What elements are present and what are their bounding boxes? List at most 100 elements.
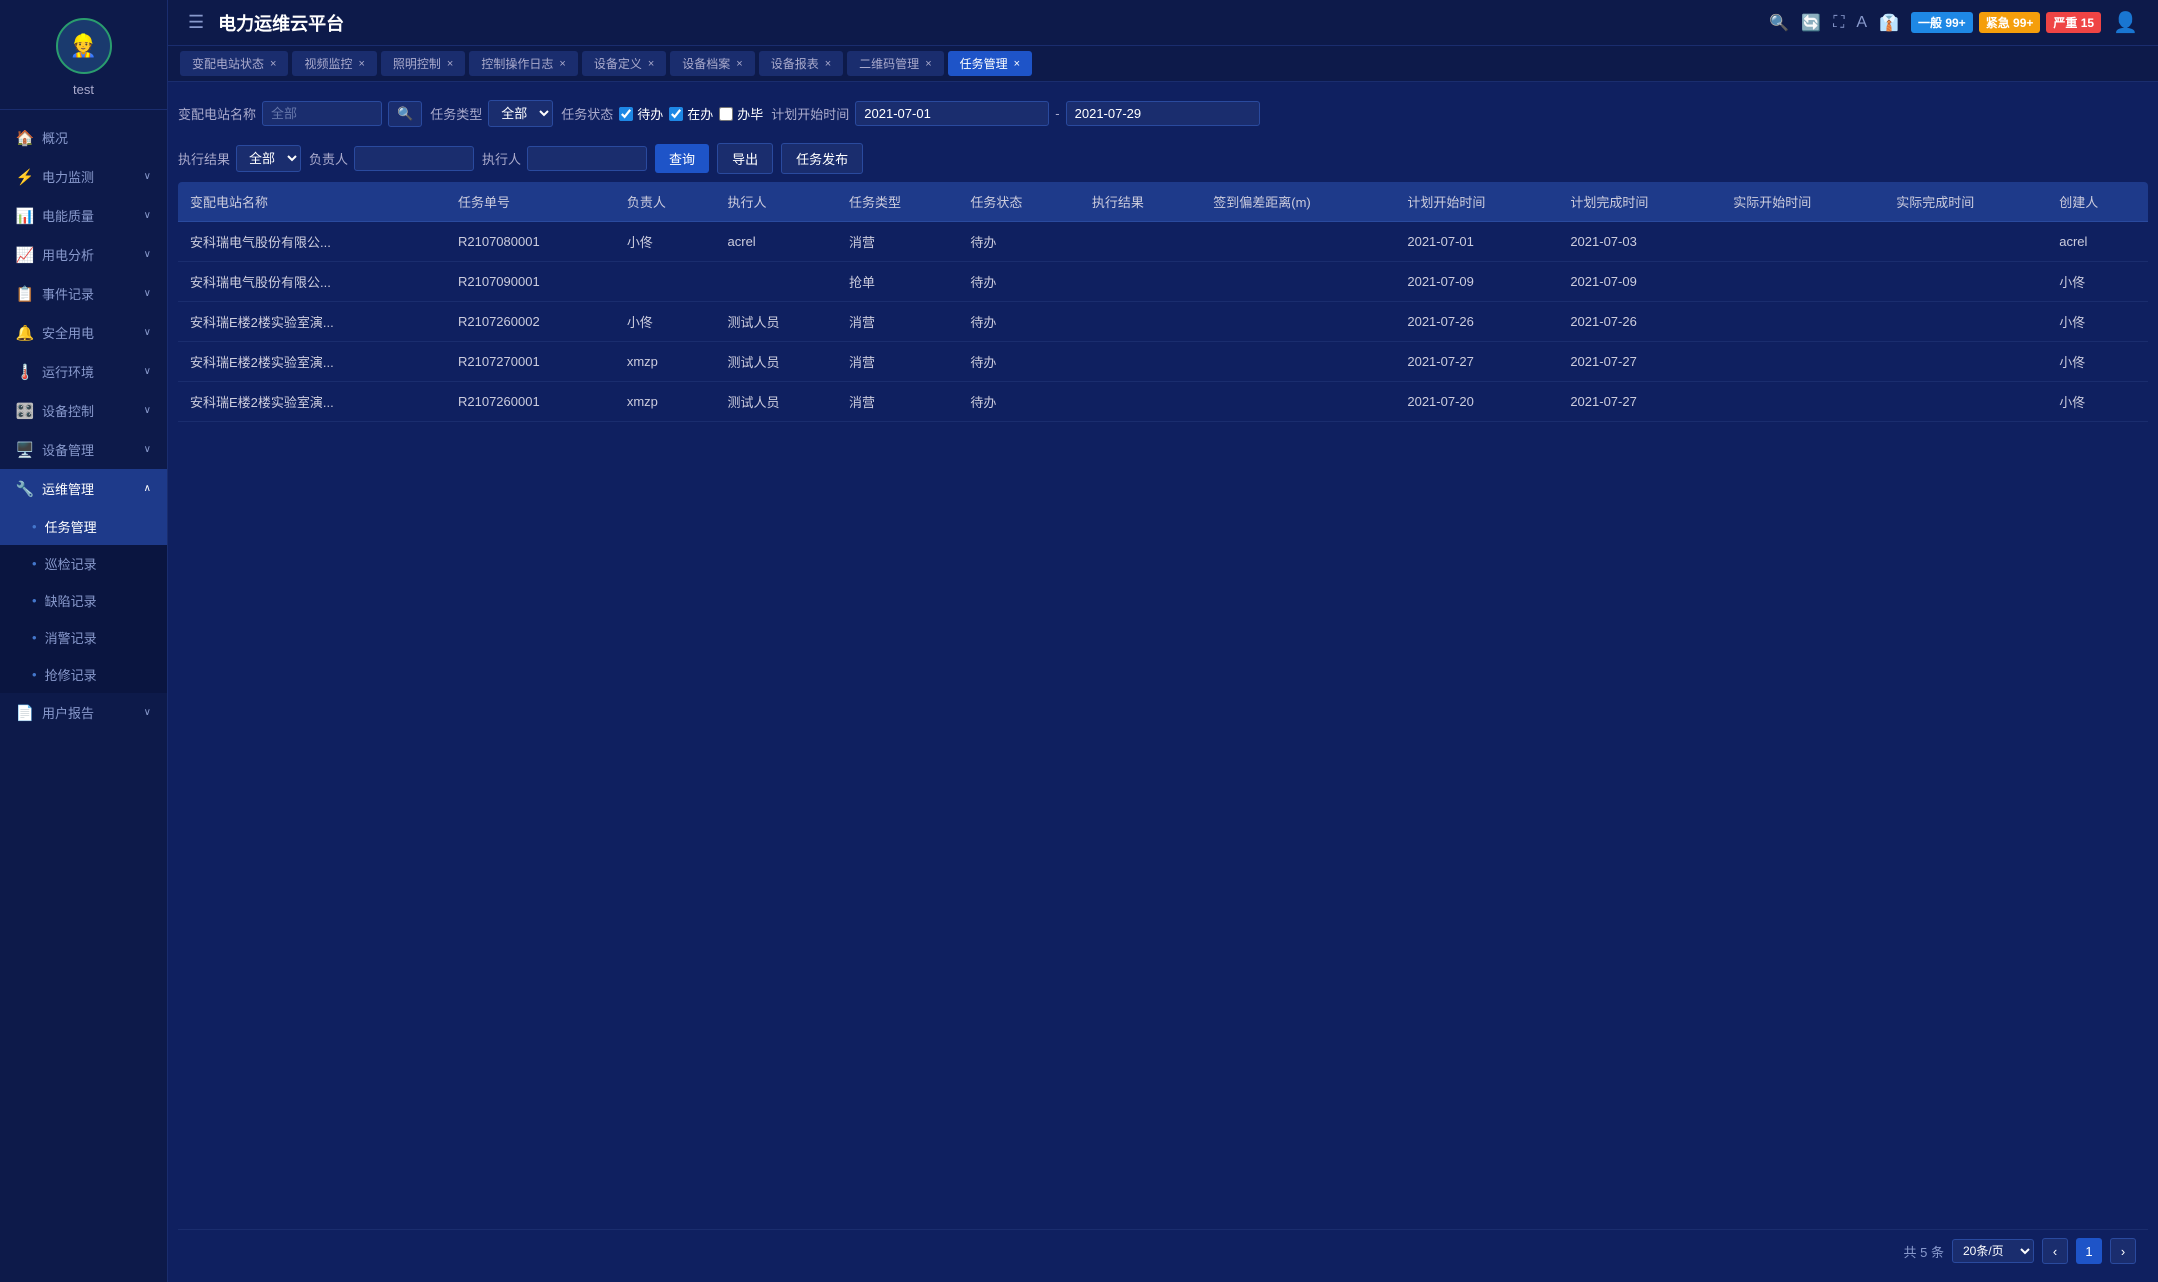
- tab-close-icon[interactable]: ×: [270, 58, 276, 70]
- export-button[interactable]: 导出: [717, 143, 773, 174]
- executor-input[interactable]: [527, 146, 647, 171]
- tab-任务管理[interactable]: 任务管理×: [948, 51, 1032, 76]
- publish-button[interactable]: 任务发布: [781, 143, 863, 174]
- table-cell: [1884, 262, 2047, 302]
- tab-close-icon[interactable]: ×: [358, 58, 364, 70]
- badge-severe[interactable]: 严重 15: [2046, 12, 2101, 33]
- sidebar-item-ops-manage[interactable]: 🔧 运维管理 ∧: [0, 469, 167, 508]
- banbi-checkbox[interactable]: [719, 107, 733, 121]
- sidebar-item-user-report[interactable]: 📄 用户报告 ∨: [0, 693, 167, 732]
- daiban-checkbox[interactable]: [619, 107, 633, 121]
- manager-input[interactable]: [354, 146, 474, 171]
- col-header: 任务类型: [837, 182, 958, 222]
- sidebar-item-power-analysis[interactable]: 📈 用电分析 ∨: [0, 235, 167, 274]
- sidebar-item-power-monitor[interactable]: ⚡ 电力监测 ∨: [0, 157, 167, 196]
- refresh-icon[interactable]: 🔄: [1801, 13, 1821, 33]
- task-type-select[interactable]: 全部 消营 抢单: [488, 100, 553, 127]
- badge-urgent[interactable]: 紧急 99+: [1979, 12, 2041, 33]
- query-button[interactable]: 查询: [655, 144, 709, 173]
- search-icon[interactable]: 🔍: [1769, 13, 1789, 33]
- tab-变配电站状态[interactable]: 变配电站状态×: [180, 51, 288, 76]
- sidebar-item-event-record[interactable]: 📋 事件记录 ∨: [0, 274, 167, 313]
- sidebar-item-device-control[interactable]: 🎛️ 设备控制 ∨: [0, 391, 167, 430]
- banbi-label[interactable]: 办毕: [737, 104, 763, 123]
- table-cell: 待办: [958, 302, 1079, 342]
- zaiban-label[interactable]: 在办: [687, 104, 713, 123]
- tab-label: 视频监控: [304, 55, 352, 72]
- zaiban-checkbox[interactable]: [669, 107, 683, 121]
- table-cell: 安科瑞E楼2楼实验室演...: [178, 302, 446, 342]
- tab-close-icon[interactable]: ×: [648, 58, 654, 70]
- hamburger-icon[interactable]: ☰: [188, 12, 204, 33]
- chevron-icon: ∨: [144, 366, 151, 377]
- sidebar-subitem-defect-record[interactable]: 缺陷记录: [0, 582, 167, 619]
- sidebar-subitem-task-manage[interactable]: 任务管理: [0, 508, 167, 545]
- chevron-icon: ∨: [144, 444, 151, 455]
- tab-close-icon[interactable]: ×: [559, 58, 565, 70]
- table-cell: [1080, 302, 1201, 342]
- per-page-select[interactable]: 20条/页 50条/页 100条/页: [1952, 1239, 2034, 1263]
- tab-label: 设备档案: [682, 55, 730, 72]
- result-filter-group: 执行结果 全部: [178, 145, 301, 172]
- sidebar-item-safe-power[interactable]: 🔔 安全用电 ∨: [0, 313, 167, 352]
- table-row[interactable]: 安科瑞E楼2楼实验室演...R2107260001xmzp测试人员消营待办202…: [178, 382, 2148, 422]
- tab-二维码管理[interactable]: 二维码管理×: [847, 51, 943, 76]
- table-cell: 2021-07-27: [1395, 342, 1558, 382]
- table-row[interactable]: 安科瑞电气股份有限公...R2107090001抢单待办2021-07-0920…: [178, 262, 2148, 302]
- date-start-input[interactable]: [855, 101, 1049, 126]
- table-cell: 2021-07-09: [1395, 262, 1558, 302]
- next-page-button[interactable]: ›: [2110, 1238, 2136, 1264]
- sidebar-item-energy-quality[interactable]: 📊 电能质量 ∨: [0, 196, 167, 235]
- device-control-icon: 🎛️: [16, 402, 34, 420]
- table-cell: [1201, 382, 1395, 422]
- tab-close-icon[interactable]: ×: [825, 58, 831, 70]
- sidebar-subitem-patrol-record[interactable]: 巡检记录: [0, 545, 167, 582]
- table-row[interactable]: 安科瑞电气股份有限公...R2107080001小佟acrel消营待办2021-…: [178, 222, 2148, 262]
- tab-照明控制[interactable]: 照明控制×: [381, 51, 465, 76]
- plan-start-label: 计划开始时间: [771, 104, 849, 123]
- sidebar-subitem-emergency-record[interactable]: 抢修记录: [0, 656, 167, 693]
- result-select[interactable]: 全部: [236, 145, 301, 172]
- fullscreen-icon[interactable]: ⛶: [1833, 14, 1844, 32]
- table-cell: xmzp: [615, 342, 716, 382]
- chevron-icon: ∨: [144, 405, 151, 416]
- sidebar-item-overview[interactable]: 🏠 概况: [0, 118, 167, 157]
- tab-设备档案[interactable]: 设备档案 ×: [670, 51, 754, 76]
- user-icon[interactable]: 👤: [2113, 10, 2138, 35]
- tab-视频监控[interactable]: 视频监控 ×: [292, 51, 376, 76]
- task-table: 变配电站名称任务单号负责人执行人任务类型任务状态执行结果签到偏差距离(m)计划开…: [178, 182, 2148, 422]
- station-search-button[interactable]: 🔍: [388, 101, 422, 127]
- table-row[interactable]: 安科瑞E楼2楼实验室演...R2107270001xmzp测试人员消营待办202…: [178, 342, 2148, 382]
- daiban-label[interactable]: 待办: [637, 104, 663, 123]
- date-end-input[interactable]: [1066, 101, 1260, 126]
- sidebar-subitem-alarm-record[interactable]: 消警记录: [0, 619, 167, 656]
- table-row[interactable]: 安科瑞E楼2楼实验室演...R2107260002小佟测试人员消营待办2021-…: [178, 302, 2148, 342]
- tab-close-icon[interactable]: ×: [1014, 58, 1020, 70]
- table-cell: 小佟: [2047, 302, 2148, 342]
- tab-设备报表[interactable]: 设备报表×: [759, 51, 843, 76]
- table-cell: 测试人员: [716, 302, 837, 342]
- col-header: 变配电站名称: [178, 182, 446, 222]
- table-cell: [1201, 302, 1395, 342]
- table-body: 安科瑞电气股份有限公...R2107080001小佟acrel消营待办2021-…: [178, 222, 2148, 422]
- tab-close-icon[interactable]: ×: [925, 58, 931, 70]
- tab-close-icon[interactable]: ×: [447, 58, 453, 70]
- table-cell: 安科瑞电气股份有限公...: [178, 262, 446, 302]
- sidebar-label-power-analysis: 用电分析: [42, 245, 136, 264]
- translate-icon[interactable]: A: [1856, 14, 1867, 32]
- tab-close-icon[interactable]: ×: [736, 58, 742, 70]
- chevron-icon: ∨: [144, 171, 151, 182]
- top-header: ☰ 电力运维云平台 🔍 🔄 ⛶ A 👔 一般 99+ 紧急 99+ 严重 15 …: [168, 0, 2158, 46]
- chevron-icon: ∨: [144, 210, 151, 221]
- sidebar-label-device-manage: 设备管理: [42, 440, 136, 459]
- tab-控制操作日志[interactable]: 控制操作日志×: [469, 51, 577, 76]
- station-input[interactable]: [262, 101, 382, 126]
- badge-general[interactable]: 一般 99+: [1911, 12, 1973, 33]
- theme-icon[interactable]: 👔: [1879, 13, 1899, 33]
- table-cell: [1721, 382, 1884, 422]
- prev-page-button[interactable]: ‹: [2042, 1238, 2068, 1264]
- sidebar-item-run-env[interactable]: 🌡️ 运行环境 ∨: [0, 352, 167, 391]
- tab-设备定义[interactable]: 设备定义×: [582, 51, 666, 76]
- sidebar-item-device-manage[interactable]: 🖥️ 设备管理 ∨: [0, 430, 167, 469]
- badge-group: 一般 99+ 紧急 99+ 严重 15: [1911, 12, 2101, 33]
